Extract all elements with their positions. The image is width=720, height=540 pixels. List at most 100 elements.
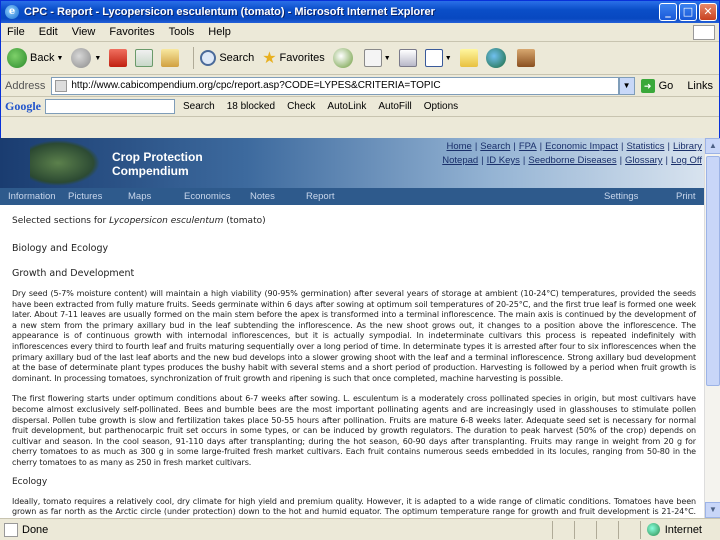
maximize-button[interactable]: □ (679, 3, 697, 21)
print-icon (398, 49, 417, 67)
nav-report[interactable]: Report (298, 191, 335, 202)
page-content: Crop Protection Compendium Home | Search |… (0, 138, 704, 518)
spell-check-button[interactable]: Check (287, 101, 315, 112)
link-glossary[interactable]: Glossary (625, 155, 662, 167)
search-button[interactable]: Search (200, 50, 254, 66)
go-arrow-icon[interactable]: ➜ (640, 78, 655, 93)
address-bar: Address http://www.cabicompendium.org/cp… (1, 75, 719, 97)
forward-button[interactable]: ▼ (71, 48, 101, 68)
link-log-off[interactable]: Log Off (671, 155, 702, 167)
brand-line-1: Crop Protection (112, 150, 203, 164)
address-label: Address (5, 79, 46, 92)
chevron-down-icon: ▼ (444, 54, 452, 62)
nav-maps[interactable]: Maps (120, 191, 176, 202)
stop-icon (109, 49, 128, 67)
menu-favorites[interactable]: Favorites (109, 26, 154, 38)
mail-button[interactable]: ▼ (363, 49, 391, 67)
autolink-button[interactable]: AutoLink (327, 101, 366, 112)
scroll-down-button[interactable]: ▼ (705, 502, 720, 518)
home-icon (161, 49, 180, 67)
nav-pictures[interactable]: Pictures (60, 191, 120, 202)
scroll-thumb[interactable] (706, 156, 720, 386)
popup-blocked-counter[interactable]: 18 blocked (227, 101, 275, 112)
nav-economics[interactable]: Economics (176, 191, 242, 202)
title-bar[interactable]: e CPC - Report - Lycopersicon esculentum… (1, 1, 719, 23)
link-economic-impact[interactable]: Economic Impact (545, 141, 618, 153)
scroll-up-button[interactable]: ▲ (705, 138, 720, 154)
history-button[interactable] (332, 48, 356, 68)
google-toolbar: Google Search 18 blocked Check AutoLink … (1, 97, 719, 117)
internet-zone-icon (646, 523, 660, 536)
ie-logo-icon: e (5, 5, 19, 19)
mail-icon (363, 49, 382, 67)
address-input[interactable]: http://www.cabicompendium.org/cpc/report… (51, 76, 619, 95)
research-button[interactable] (516, 49, 535, 67)
top-links: Home | Search | FPA | Economic Impact | Stat… (442, 141, 702, 167)
nav-settings[interactable]: Settings (596, 191, 668, 202)
minimize-button[interactable]: _ (659, 3, 677, 21)
subsection-heading: Growth and Development (12, 268, 135, 279)
link-search[interactable]: Search (480, 141, 510, 153)
links-button[interactable]: Links (687, 80, 713, 92)
star-icon: ★ (262, 50, 277, 67)
ecology-heading: Ecology (12, 476, 48, 487)
site-nav: Information Pictures Maps Economics Note… (0, 188, 704, 205)
print-button[interactable] (398, 49, 417, 67)
link-notepad[interactable]: Notepad (442, 155, 478, 167)
messenger-button[interactable] (485, 48, 509, 68)
close-button[interactable]: ✕ (699, 3, 717, 21)
go-button[interactable]: Go (659, 80, 674, 92)
menu-edit[interactable]: Edit (39, 26, 58, 38)
brand-line-2: Compendium (112, 164, 189, 178)
refresh-button[interactable] (135, 49, 154, 67)
report-document: Selected sections for Lycopersicon escul… (12, 210, 696, 518)
standard-toolbar: Back ▼ ▼ Search ★ Favorites ▼ ▼ (1, 42, 719, 75)
link-statistics[interactable]: Statistics (626, 141, 664, 153)
nav-print[interactable]: Print (668, 191, 704, 202)
address-dropdown-button[interactable]: ▼ (618, 76, 635, 95)
selected-sections-line: Selected sections for Lycopersicon escul… (12, 216, 696, 226)
google-logo[interactable]: Google (5, 99, 41, 114)
status-bar: Done Internet (0, 518, 720, 540)
favorites-button[interactable]: ★ Favorites (262, 48, 325, 68)
globe-icon (485, 48, 506, 68)
section-heading: Biology and Ecology (12, 243, 109, 254)
stop-button[interactable] (109, 49, 128, 67)
back-button[interactable]: Back ▼ (7, 48, 63, 68)
google-search-input[interactable] (45, 99, 175, 114)
menu-bar: File Edit View Favorites Tools Help (1, 23, 719, 42)
menu-help[interactable]: Help (208, 26, 231, 38)
selected-prefix: Selected sections for (12, 216, 107, 226)
discuss-button[interactable] (459, 49, 478, 67)
windows-flag-icon (693, 24, 715, 40)
menu-view[interactable]: View (72, 26, 96, 38)
site-banner: Crop Protection Compendium Home | Search |… (0, 138, 704, 188)
options-button[interactable]: Options (424, 101, 458, 112)
favorites-label: Favorites (279, 52, 325, 64)
google-search-button[interactable]: Search (183, 101, 215, 112)
chevron-down-icon: ▼ (94, 54, 102, 62)
nav-information[interactable]: Information (0, 191, 60, 202)
toolbar-separator (193, 47, 195, 69)
back-label: Back (30, 52, 55, 64)
nav-notes[interactable]: Notes (242, 191, 298, 202)
link-home[interactable]: Home (446, 141, 471, 153)
link-fpa[interactable]: FPA (519, 141, 537, 153)
menu-file[interactable]: File (7, 26, 25, 38)
back-arrow-icon (7, 48, 27, 68)
link-library[interactable]: Library (673, 141, 702, 153)
menu-tools[interactable]: Tools (169, 26, 195, 38)
vertical-scrollbar[interactable]: ▲ ▼ (704, 138, 720, 518)
chevron-down-icon: ▼ (383, 54, 391, 62)
refresh-icon (135, 49, 154, 67)
forward-arrow-icon (71, 48, 92, 68)
link-seedborne-diseases[interactable]: Seedborne Diseases (528, 155, 616, 167)
status-cell (551, 520, 574, 539)
link-id-keys[interactable]: ID Keys (487, 155, 520, 167)
book-icon (516, 49, 535, 67)
autofill-button[interactable]: AutoFill (378, 101, 411, 112)
home-button[interactable] (161, 49, 180, 67)
page-done-icon (4, 522, 18, 537)
leaf-image (30, 140, 100, 186)
edit-button[interactable]: ▼ (424, 49, 452, 67)
